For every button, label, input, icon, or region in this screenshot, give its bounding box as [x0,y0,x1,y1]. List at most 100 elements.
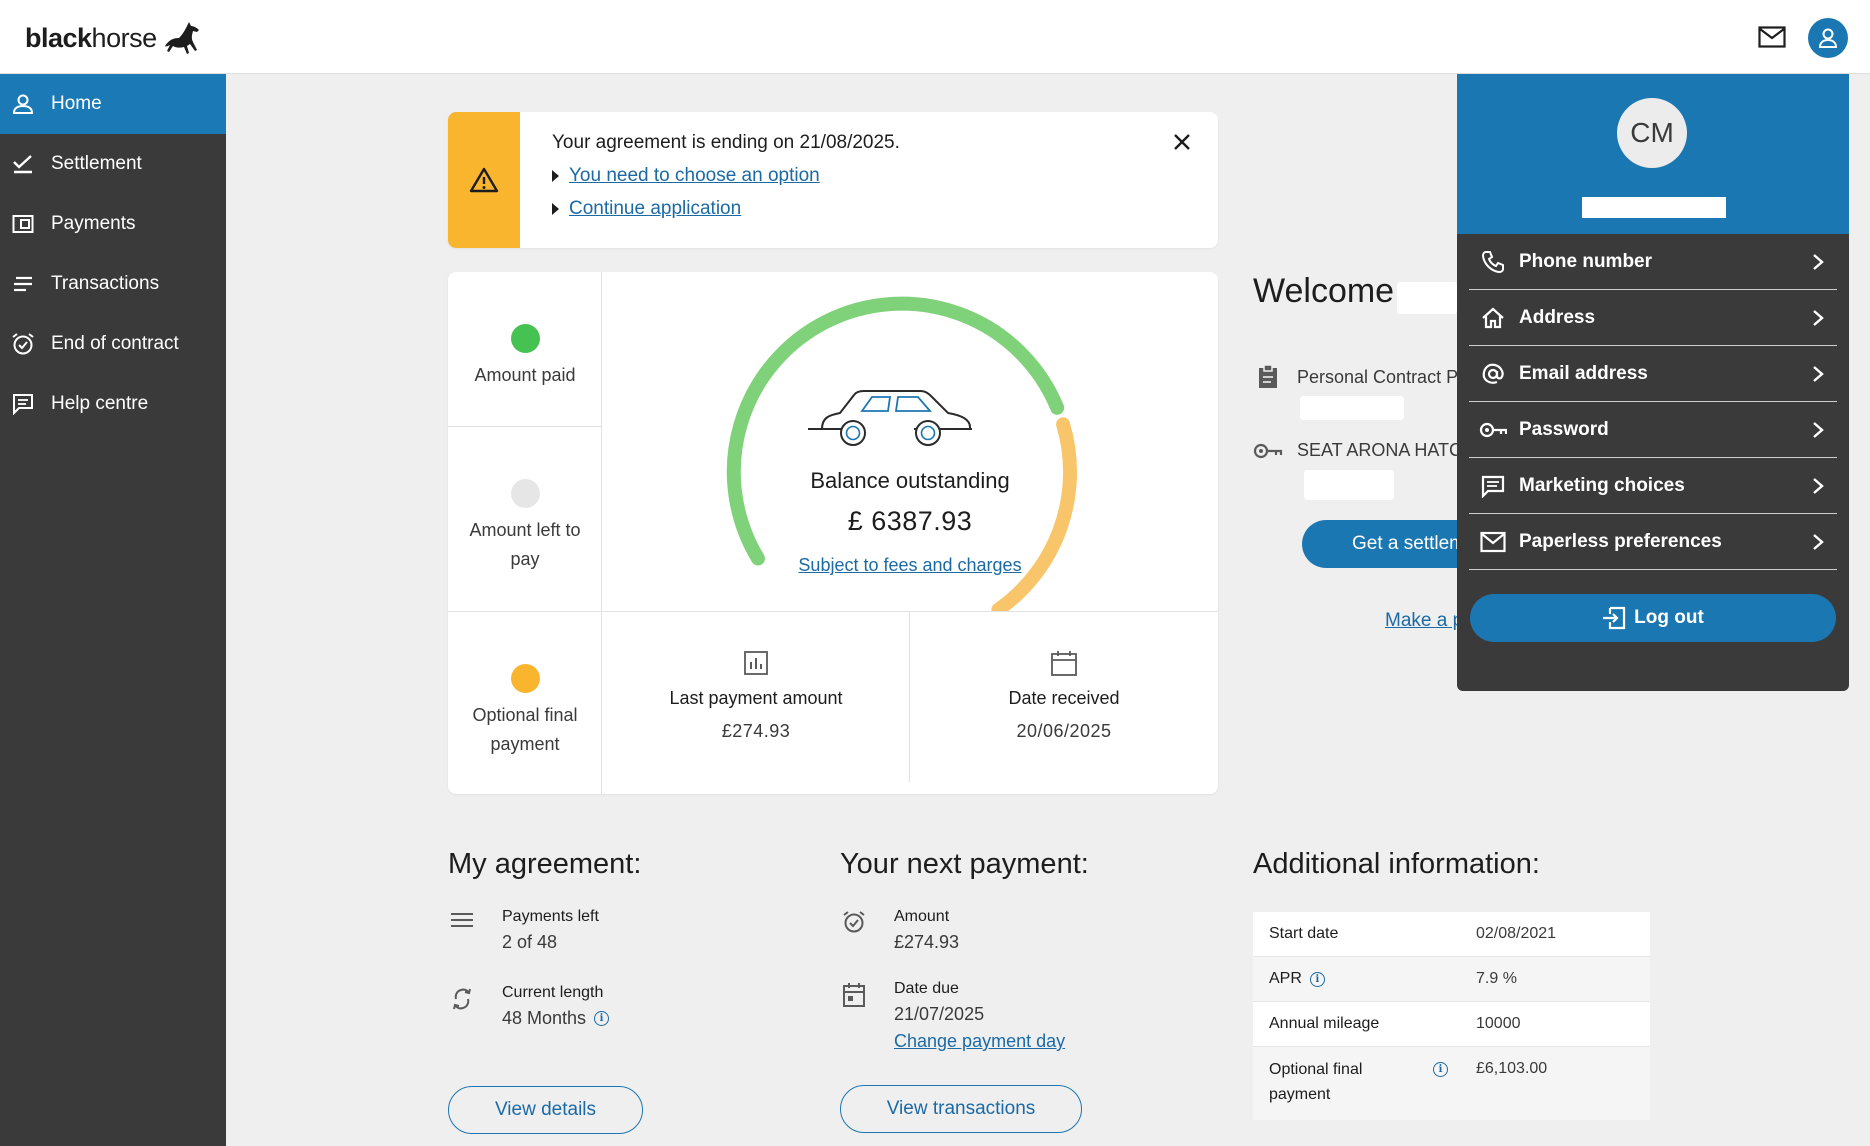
row-key: APR [1269,970,1302,987]
choose-option-link-row: You need to choose an option [552,165,820,187]
agreement-type-line: Personal Contract P [1253,364,1458,390]
top-header: blackhorse [0,0,1870,74]
continue-application-link-row: Continue application [552,198,741,220]
chevron-right-icon [1813,422,1824,438]
row-value: 02/08/2021 [1476,925,1557,942]
row-key: Start date [1269,925,1339,942]
make-payment-link[interactable]: Make a p [1385,610,1463,632]
menu-item-password[interactable]: Password [1469,402,1837,458]
mail-icon-button[interactable] [1755,20,1789,54]
car-icon [808,390,972,446]
additional-info-table: Start date 02/08/2021 APR i 7.9 % Annual … [1253,912,1650,1120]
menu-item-phone-number[interactable]: Phone number [1469,234,1837,290]
sidebar-item-label: Help centre [51,393,149,414]
legend-label: Amount paid [474,365,576,385]
log-out-label: Log out [1634,607,1704,628]
fees-and-charges-link[interactable]: Subject to fees and charges [798,555,1021,575]
refresh-icon [450,984,502,1029]
sidebar-item-settlement[interactable]: Settlement [0,134,226,194]
message-icon [1479,472,1507,500]
legend-label: Optional final payment [472,705,578,754]
sidebar-item-label: Payments [51,213,136,234]
alert-strip [448,112,520,248]
sidebar-item-label: Transactions [51,273,160,294]
view-transactions-button[interactable]: View transactions [840,1085,1082,1133]
current-length-detail: Current length 48 Months i [450,984,610,1029]
chevron-right-icon [1813,366,1824,382]
check-list-icon [8,149,38,179]
row-key-cell: Optional final payment i [1253,1047,1476,1120]
amount-detail: Amount £274.93 [842,908,959,953]
blackhorse-logo[interactable]: blackhorse [25,18,203,58]
redacted-agreement-number [1300,396,1404,420]
view-details-button[interactable]: View details [448,1086,643,1134]
avatar: CM [1617,98,1687,168]
payments-left-label: Payments left [502,908,599,925]
chat-icon [8,389,38,419]
balance-outstanding-value: £ 6387.93 [847,506,973,536]
close-alert-button[interactable] [1168,128,1196,156]
menu-item-label: Paperless preferences [1519,530,1722,552]
sidebar-item-label: End of contract [51,333,179,354]
menu-item-email-address[interactable]: Email address [1469,346,1837,402]
current-length-label: Current length [502,984,604,1001]
legend-optional-final: Optional final payment [448,664,602,759]
row-value: 7.9 % [1476,970,1517,987]
current-length-value: 48 Months [502,1008,587,1028]
redacted-user-name [1582,197,1726,218]
date-received-stat: Date received 20/06/2025 [910,612,1218,794]
account-dropdown-menu: CM Phone number Address Email address Pa… [1457,74,1849,691]
log-out-button[interactable]: Log out [1470,594,1836,642]
key-icon [1253,441,1283,461]
mail-icon [1758,26,1786,48]
info-icon[interactable]: i [1433,1062,1448,1077]
current-length-value-row: 48 Months i [502,1008,610,1029]
grey-dot [510,479,540,508]
row-value: £6,103.00 [1476,1060,1548,1077]
info-icon[interactable]: i [594,1011,610,1026]
chevron-right-icon [1813,534,1824,550]
info-icon[interactable]: i [1309,971,1325,987]
menu-item-paperless-preferences[interactable]: Paperless preferences [1469,514,1837,570]
clipboard-icon [1253,364,1283,390]
account-menu-list: Phone number Address Email address Passw… [1457,234,1849,642]
change-payment-day-link[interactable]: Change payment day [894,1031,1065,1052]
logout-icon [1603,606,1626,630]
green-dot [510,324,540,353]
key-icon [1479,416,1507,444]
menu-item-address[interactable]: Address [1469,290,1837,346]
gauge-legend: Amount paid Amount left to pay Optional … [448,272,602,794]
menu-item-label: Marketing choices [1519,474,1685,496]
last-payment-value: £274.93 [721,721,791,741]
wallet-icon [8,209,38,239]
sidebar-item-end-of-contract[interactable]: End of contract [0,314,226,374]
sidebar-item-transactions[interactable]: Transactions [0,254,226,314]
change-payment-day-row: Change payment day [894,1031,1065,1052]
amber-dot [510,664,540,693]
account-button[interactable] [1808,18,1848,58]
sidebar-item-label: Settlement [51,153,142,174]
balance-gauge: Balance outstanding £ 6387.93 Subject to… [602,272,1218,612]
close-icon [1174,134,1190,150]
logo-text: blackhorse [25,22,157,53]
chevron-right-icon [1813,478,1824,494]
row-key: Annual mileage [1269,1015,1380,1032]
continue-application-link[interactable]: Continue application [569,198,741,220]
sidebar-item-home[interactable]: Home [0,74,226,134]
welcome-heading: Welcome [1253,272,1395,310]
last-payment-label: Last payment amount [669,688,843,708]
agreement-type-text: Personal Contract P [1297,366,1459,387]
redacted-name [1397,282,1457,314]
bar-chart-icon [744,651,768,675]
redacted-registration [1304,470,1394,500]
amount-value: £274.93 [894,932,960,952]
at-icon [1479,360,1507,388]
sidebar-item-payments[interactable]: Payments [0,194,226,254]
sidebar-item-help-centre[interactable]: Help centre [0,374,226,434]
choose-option-link[interactable]: You need to choose an option [569,165,820,187]
date-due-value: 21/07/2025 [894,1004,985,1024]
menu-item-marketing-choices[interactable]: Marketing choices [1469,458,1837,514]
menu-item-label: Email address [1519,362,1648,384]
warning-icon [469,167,499,193]
phone-icon [1479,248,1507,276]
